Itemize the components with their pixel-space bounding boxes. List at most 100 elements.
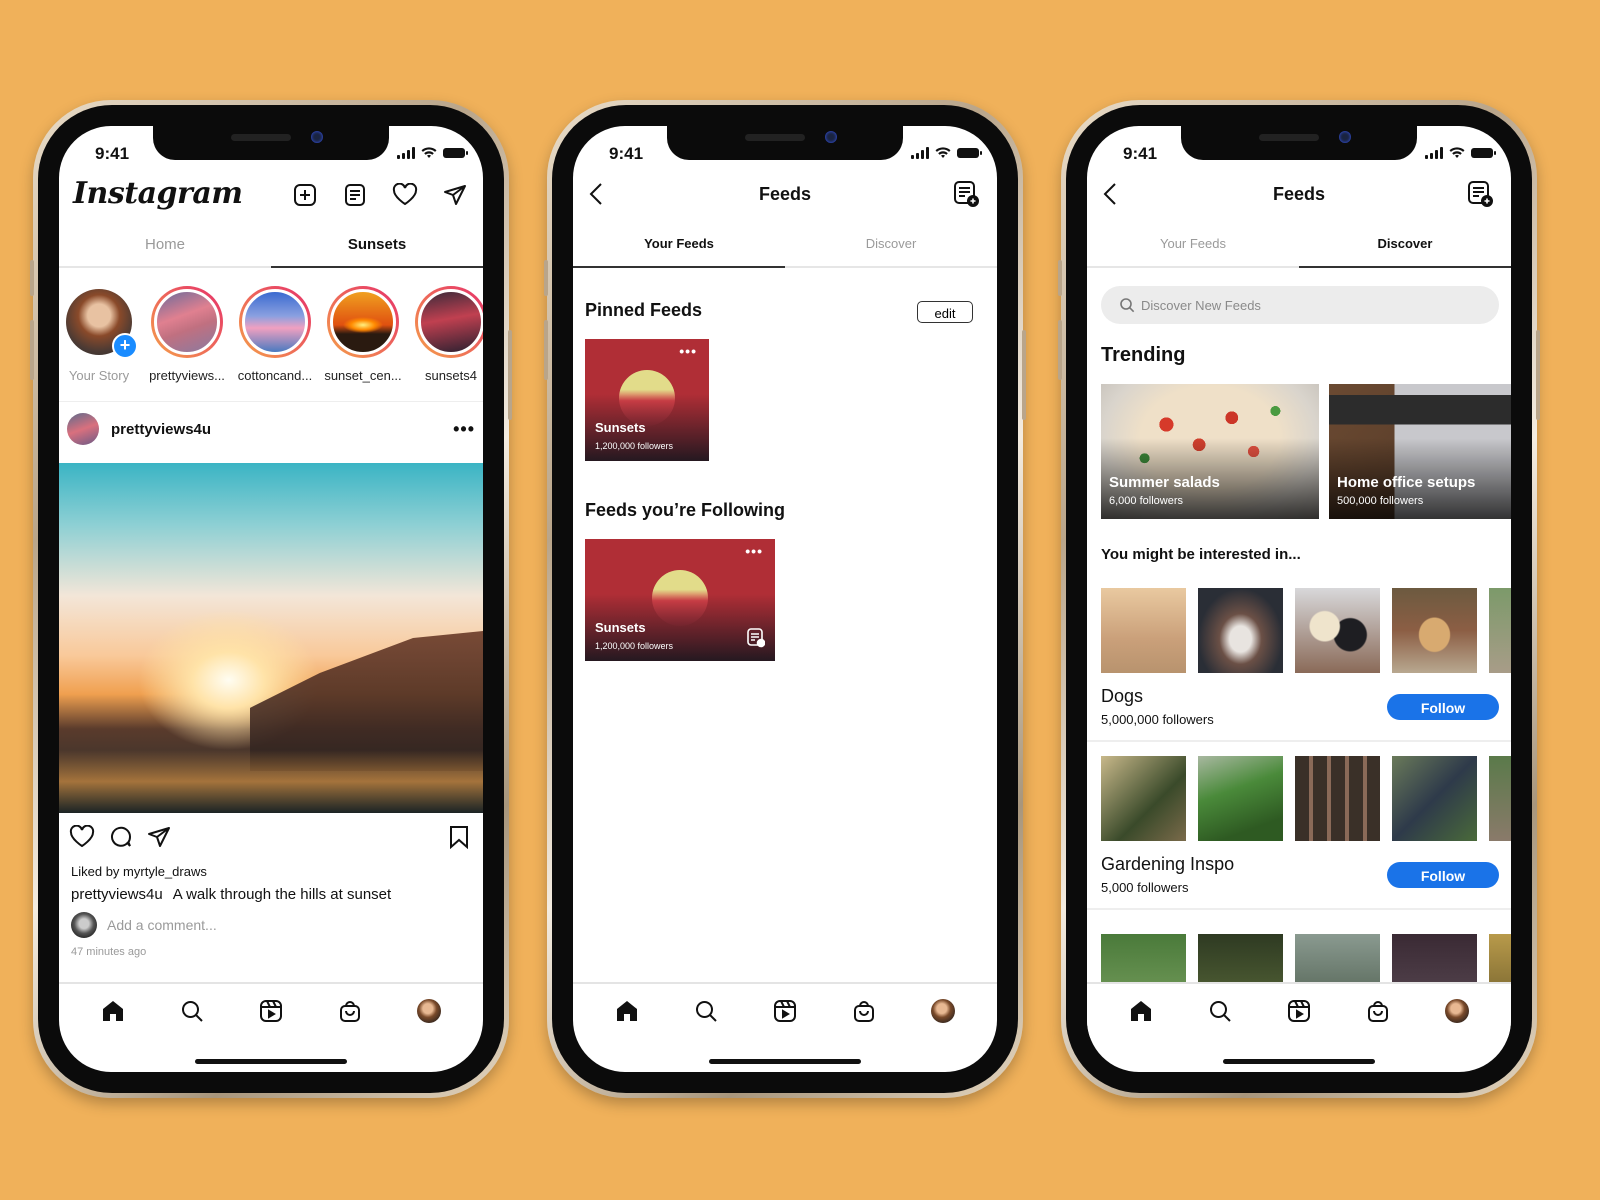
home-icon[interactable] <box>1126 996 1156 1026</box>
trending-card[interactable]: Summer salads 6,000 followers <box>1101 384 1319 519</box>
more-options-icon[interactable]: ••• <box>453 419 475 440</box>
like-icon[interactable] <box>69 824 95 854</box>
liked-by-user[interactable]: myrtyle_draws <box>123 864 207 879</box>
feed-following-icon[interactable] <box>747 628 766 653</box>
wifi-icon <box>935 147 951 158</box>
shop-icon[interactable] <box>849 996 879 1026</box>
side-button <box>544 260 548 296</box>
recommendation-name[interactable]: Gardening Inspo <box>1101 854 1234 875</box>
shop-icon[interactable] <box>1363 996 1393 1026</box>
bottom-tab-bar <box>1087 982 1511 1038</box>
new-post-icon[interactable] <box>291 181 319 209</box>
home-icon[interactable] <box>612 996 642 1026</box>
story-item[interactable]: sunset_cen... <box>319 286 407 383</box>
feeds-tabs: Your Feeds Discover <box>573 230 997 268</box>
divider <box>1087 740 1511 742</box>
signal-icon <box>911 147 929 159</box>
trending-name: Summer salads <box>1109 474 1220 491</box>
feed-thumbnail[interactable] <box>1101 588 1186 673</box>
story-label: sunset_cen... <box>324 368 402 383</box>
reels-icon[interactable] <box>1284 996 1314 1026</box>
post-author-avatar[interactable] <box>67 413 99 445</box>
trending-title: Trending <box>1101 344 1186 366</box>
trending-followers: 500,000 followers <box>1337 495 1424 507</box>
recommendation-name[interactable]: Dogs <box>1101 686 1143 707</box>
follow-button[interactable]: Follow <box>1387 694 1499 720</box>
caption-username[interactable]: prettyviews4u <box>71 886 163 903</box>
bottom-tab-bar <box>573 982 997 1038</box>
story-your-story[interactable]: + Your Story <box>59 286 143 383</box>
wifi-icon <box>421 147 437 158</box>
discover-search-input[interactable]: Discover New Feeds <box>1101 286 1499 324</box>
feed-thumbnail[interactable] <box>1101 756 1186 841</box>
tab-discover[interactable]: Discover <box>1299 230 1511 268</box>
tab-discover[interactable]: Discover <box>785 230 997 266</box>
profile-avatar[interactable] <box>414 996 444 1026</box>
story-item[interactable]: cottoncand... <box>231 286 319 383</box>
trending-followers: 6,000 followers <box>1109 495 1183 507</box>
following-feed-card[interactable]: ••• Sunsets 1,200,000 followers <box>585 539 775 661</box>
feed-thumbnail[interactable] <box>1295 756 1380 841</box>
story-item[interactable]: sunsets4 <box>407 286 483 383</box>
home-indicator <box>195 1059 347 1064</box>
feed-name: Sunsets <box>595 620 646 635</box>
new-feed-icon[interactable] <box>1467 180 1493 213</box>
home-indicator <box>1223 1059 1375 1064</box>
story-label: sunsets4 <box>424 368 478 383</box>
post-image[interactable] <box>59 463 483 813</box>
page-title: Feeds <box>1272 184 1326 204</box>
bookmark-icon[interactable] <box>449 825 469 854</box>
side-button <box>1058 260 1062 296</box>
trending-card[interactable]: Home office setups 500,000 followers <box>1329 384 1511 519</box>
comment-input[interactable]: Add a comment... <box>107 917 217 933</box>
search-icon[interactable] <box>1205 996 1235 1026</box>
search-placeholder: Discover New Feeds <box>1141 297 1261 313</box>
side-button <box>1058 320 1062 380</box>
tab-your-feeds[interactable]: Your Feeds <box>1087 230 1299 266</box>
feed-thumbnail[interactable] <box>1489 756 1511 841</box>
feed-more-icon[interactable]: ••• <box>679 343 697 359</box>
feed-thumbnail[interactable] <box>1489 588 1511 673</box>
feed-thumbnail[interactable] <box>1198 756 1283 841</box>
search-icon[interactable] <box>691 996 721 1026</box>
pinned-feed-card[interactable]: ••• Sunsets 1,200,000 followers <box>585 339 709 461</box>
battery-icon <box>957 148 982 158</box>
reels-icon[interactable] <box>770 996 800 1026</box>
side-button <box>544 320 548 380</box>
home-indicator <box>709 1059 861 1064</box>
add-comment-row[interactable]: Add a comment... <box>71 912 217 938</box>
profile-avatar[interactable] <box>1442 996 1472 1026</box>
direct-message-icon[interactable] <box>441 181 469 209</box>
feed-thumbnail[interactable] <box>1392 588 1477 673</box>
edit-button[interactable]: edit <box>917 301 973 323</box>
tab-sunsets[interactable]: Sunsets <box>271 230 483 268</box>
tab-your-feeds[interactable]: Your Feeds <box>573 230 785 268</box>
feed-thumbnail[interactable] <box>1295 588 1380 673</box>
screen: 9:41 Feeds Your Feeds Discover Pinned Fe… <box>573 126 997 1072</box>
story-item[interactable]: prettyviews... <box>143 286 231 383</box>
follow-button[interactable]: Follow <box>1387 862 1499 888</box>
instagram-logo: Instagram <box>73 176 243 211</box>
share-icon[interactable] <box>147 825 171 854</box>
search-icon[interactable] <box>177 996 207 1026</box>
shop-icon[interactable] <box>335 996 365 1026</box>
recommendation-followers: 5,000 followers <box>1101 880 1189 895</box>
add-story-icon[interactable]: + <box>112 333 138 359</box>
feed-thumbnail[interactable] <box>1392 756 1477 841</box>
comment-icon[interactable] <box>109 825 133 854</box>
screen: 9:41 Feeds Your Feeds Discover Discover … <box>1087 126 1511 1072</box>
new-feed-icon[interactable] <box>953 180 979 213</box>
tab-home[interactable]: Home <box>59 230 271 266</box>
feeds-header: Feeds <box>573 176 997 216</box>
feed-thumbnail[interactable] <box>1198 588 1283 673</box>
post-username[interactable]: prettyviews4u <box>111 421 211 438</box>
home-icon[interactable] <box>98 996 128 1026</box>
heart-icon[interactable] <box>391 181 419 209</box>
profile-avatar[interactable] <box>928 996 958 1026</box>
phone-discover-feeds: 9:41 Feeds Your Feeds Discover Discover … <box>1058 100 1540 1098</box>
feeds-icon[interactable] <box>341 181 369 209</box>
post-caption: prettyviews4u A walk through the hills at… <box>71 886 391 903</box>
trending-name: Home office setups <box>1337 474 1476 491</box>
feed-more-icon[interactable]: ••• <box>745 543 763 559</box>
reels-icon[interactable] <box>256 996 286 1026</box>
